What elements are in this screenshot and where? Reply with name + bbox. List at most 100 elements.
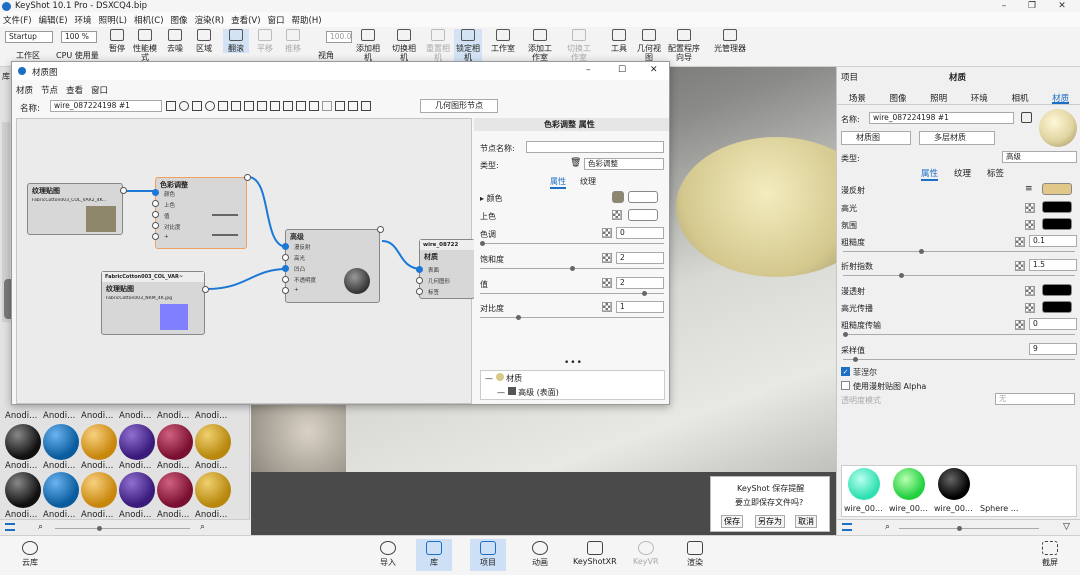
tree-root-item[interactable]: — 材质 [485,373,522,384]
transparency-mode-select[interactable]: 无 [995,393,1075,405]
keyvr-button[interactable]: KeyVR [633,541,659,566]
value-texture-icon[interactable] [602,278,612,288]
perspective-button[interactable]: 视角 [318,51,334,60]
preview-icon[interactable] [348,101,358,111]
material-type-select[interactable]: 高级 [1002,151,1077,163]
material-thumb[interactable] [43,424,79,460]
menu-edit[interactable]: 编辑(E) [39,14,68,26]
menu-environment[interactable]: 环境 [75,14,92,26]
material-name-input[interactable]: wire_087224198 #1 [869,112,1014,124]
fresnel-checkbox[interactable]: ✓ [841,367,850,376]
saturation-texture-icon[interactable] [602,253,612,263]
hue-input[interactable]: 0 [616,227,664,239]
minimize-icon[interactable]: – [990,0,1018,12]
save-button[interactable]: 保存 [721,515,743,528]
matwin-menu-view[interactable]: 查看 [66,84,83,96]
cloud-library-button[interactable]: 云库 [22,541,38,568]
hue-slider[interactable] [480,241,664,246]
menu-camera[interactable]: 相机(C) [134,14,164,26]
material-thumb[interactable] [81,472,117,508]
input-port-surface[interactable] [416,266,423,273]
value-input[interactable]: 2 [616,277,664,289]
library-tab[interactable]: 库 [2,71,10,82]
menu-file[interactable]: 文件(F) [3,14,32,26]
output-port[interactable] [377,226,384,233]
configurator-wizard-button[interactable]: 配置程序向导 [666,29,702,62]
ambient-texture-icon[interactable] [1025,220,1035,230]
node-name-input[interactable] [526,141,664,153]
input-port-value[interactable] [152,211,159,218]
menu-render[interactable]: 渲染(R) [195,14,225,26]
subtab-textures[interactable]: 纹理 [954,167,971,181]
matwin-minimize-icon[interactable]: – [586,65,591,75]
tumble-button[interactable]: 翻滚 [223,29,249,53]
matwin-close-icon[interactable]: ✕ [650,65,658,75]
matwin-maximize-icon[interactable]: ☐ [618,65,626,75]
share-icon[interactable] [361,101,371,111]
lock-camera-button[interactable]: 锁定相机 [454,29,482,62]
transmission-texture-icon[interactable] [1025,286,1035,296]
input-port-tint[interactable] [152,200,159,207]
props-tab-properties[interactable]: 属性 [550,176,566,189]
node-graph-canvas[interactable]: 纹理贴图 FabricCotton003_COL_VAR2_4K... 色彩调整… [16,118,475,404]
output-port[interactable] [244,174,251,181]
add-studio-button[interactable]: 添加工作室 [527,29,553,62]
subtab-labels[interactable]: 标签 [987,167,1004,181]
tint-swatch[interactable] [628,209,658,221]
material-thumb[interactable] [195,424,231,460]
matwin-menu-node[interactable]: 节点 [41,84,58,96]
texture-icon[interactable] [192,101,202,111]
contrast-slider[interactable] [480,315,664,320]
render-button[interactable]: 渲染 [687,541,703,568]
filter-icon[interactable]: ▽ [1063,522,1070,532]
tab-environment[interactable]: 环境 [971,83,988,104]
input-port-bump[interactable] [282,265,289,272]
copy-icon[interactable] [244,101,254,111]
roughness-input[interactable]: 0.1 [1029,235,1077,247]
sliders-icon[interactable] [218,101,228,111]
menu-lighting[interactable]: 照明(L) [99,14,127,26]
material-ball-1[interactable] [848,468,880,500]
tab-lighting[interactable]: 照明 [930,83,947,104]
material-thumb[interactable] [119,424,155,460]
menu-help[interactable]: 帮助(H) [292,14,322,26]
plus-icon[interactable] [322,101,332,111]
input-port-geometry[interactable] [416,277,423,284]
contrast-texture-icon[interactable] [602,302,612,312]
input-port-opacity[interactable] [282,276,289,283]
save-as-button[interactable]: 另存为 [755,515,785,528]
ior-input[interactable]: 1.5 [1029,259,1077,271]
props-tab-texture[interactable]: 纹理 [580,176,596,189]
grid-view-icon[interactable] [5,523,15,531]
ior-texture-icon[interactable] [1015,261,1025,271]
rough-trans-texture-icon[interactable] [1015,320,1025,330]
library-button[interactable]: 库 [416,539,452,571]
rough-trans-slider[interactable] [843,332,1075,337]
ior-slider[interactable] [843,273,1075,278]
tab-camera[interactable]: 相机 [1011,83,1028,104]
studio-button[interactable]: 工作室 [489,29,517,53]
diffuse-settings-icon[interactable]: ≡ [1025,184,1033,194]
material-thumb[interactable] [43,472,79,508]
multi-layer-button[interactable]: 多层材质 [919,131,995,145]
search-icon[interactable]: ⌕ [38,522,43,532]
normal-map-node[interactable]: FabricCotton003_COL_VAR~ 纹理贴图 FabricCott… [101,271,209,335]
menu-window[interactable]: 窗口 [268,14,285,26]
color-swatch[interactable] [628,191,658,203]
switch-studio-button[interactable]: 切换工作室 [566,29,592,62]
specular-texture-icon[interactable] [1025,203,1035,213]
tint-texture-icon[interactable] [612,210,622,220]
roughness-slider[interactable] [843,249,1075,254]
matwin-menu-window[interactable]: 窗口 [91,84,108,96]
tab-image[interactable]: 图像 [889,83,906,104]
more-handle-icon[interactable]: ••• [564,358,583,368]
samples-input[interactable]: 9 [1029,343,1077,355]
performance-mode-button[interactable]: 性能模式 [133,29,157,62]
saturation-slider[interactable] [480,266,664,271]
spec-trans-texture-icon[interactable] [1025,303,1035,313]
diffuse-alpha-checkbox[interactable] [841,381,850,390]
subtab-properties[interactable]: 属性 [921,167,939,181]
tab-scene[interactable]: 场景 [849,83,866,104]
tab-material[interactable]: 材质 [1052,83,1070,104]
material-ball-2[interactable] [893,468,925,500]
